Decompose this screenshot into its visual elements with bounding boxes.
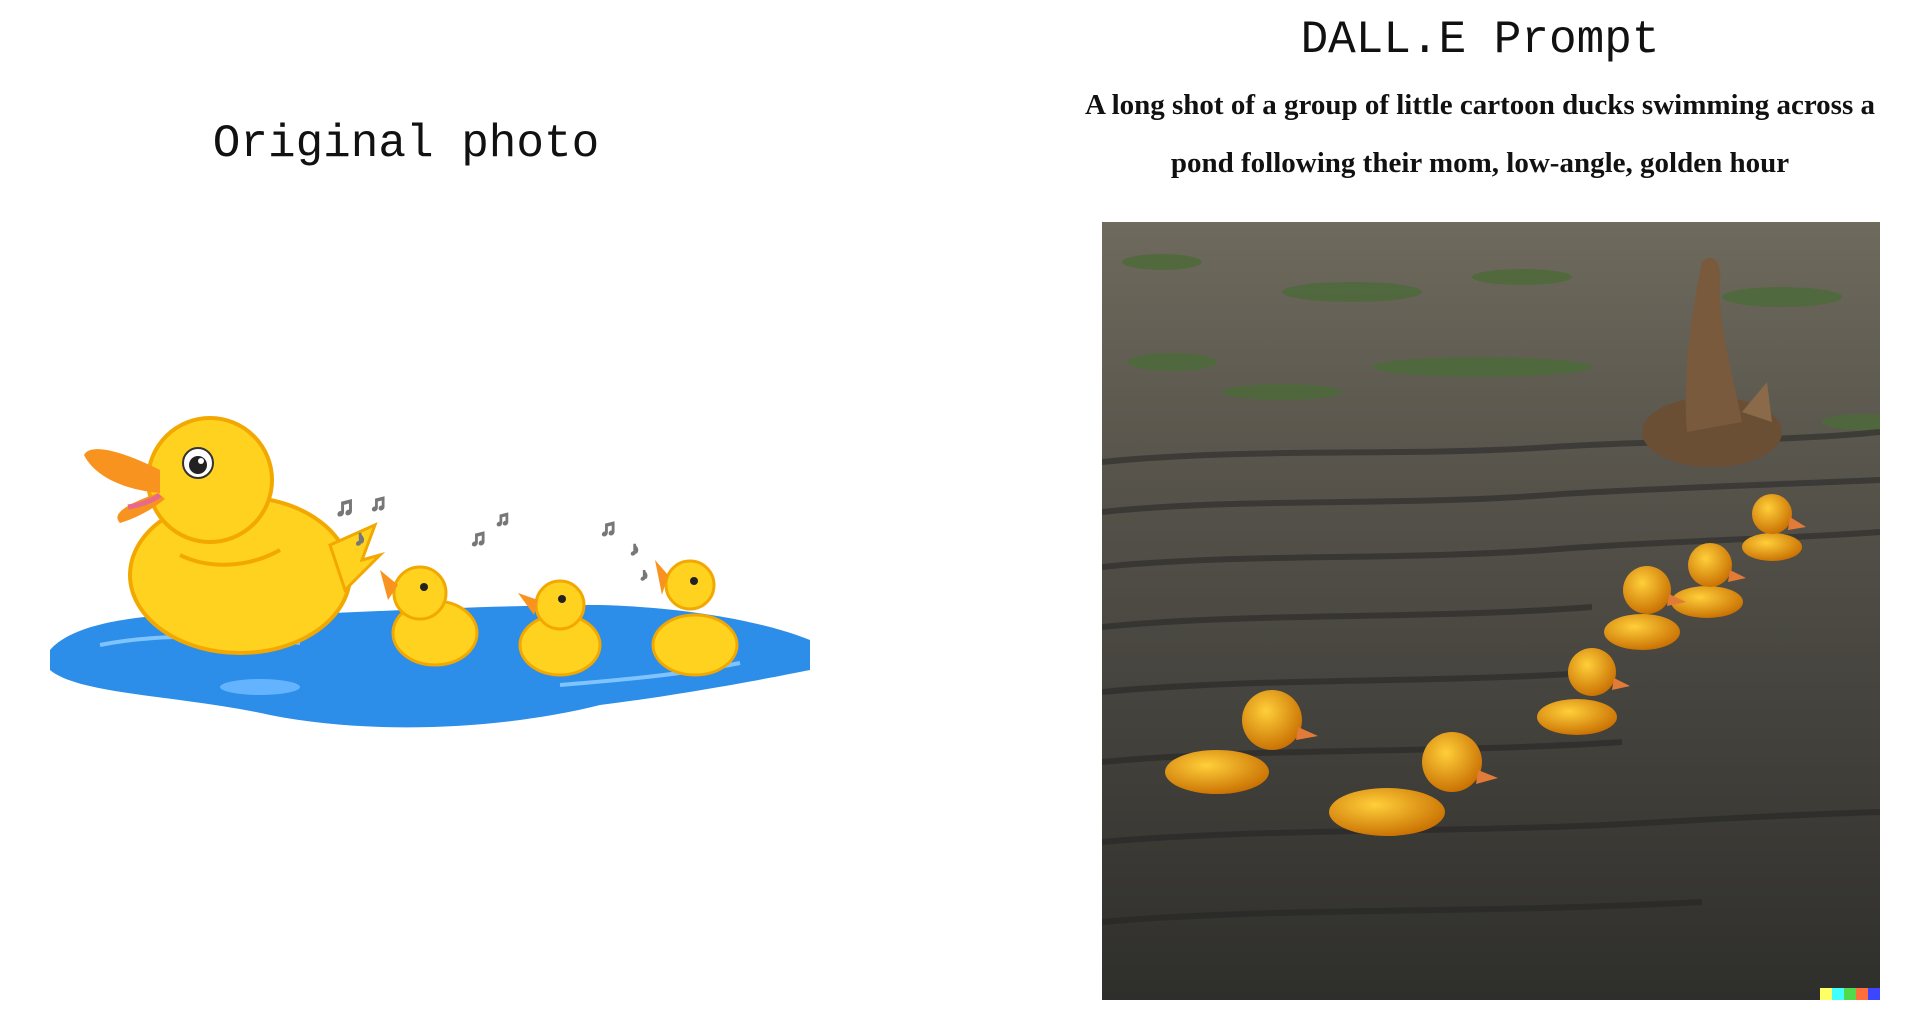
dalle-signature-bar — [1820, 988, 1880, 1000]
svg-text:♪: ♪ — [355, 528, 365, 550]
prompt-text: A long shot of a group of little cartoon… — [1084, 89, 1876, 179]
svg-text:♫: ♫ — [470, 525, 487, 550]
svg-text:♪: ♪ — [630, 539, 639, 559]
original-photo-title: Original photo — [212, 118, 600, 170]
duckling-2 — [518, 579, 602, 677]
cartoon-ducks-illustration: ♫ ♫ ♪ ♫ ♫ ♫ ♪ ♪ — [50, 416, 810, 728]
svg-text:♪: ♪ — [640, 567, 648, 584]
svg-text:♫: ♫ — [370, 490, 387, 515]
svg-text:♫: ♫ — [335, 492, 355, 521]
music-notes: ♫ ♫ ♪ ♫ ♫ ♫ ♪ ♪ — [334, 489, 649, 585]
dalle-generated-photo — [1102, 222, 1880, 1000]
svg-text:♫: ♫ — [600, 515, 617, 540]
svg-text:♫: ♫ — [495, 508, 510, 530]
dalle-prompt-title: DALL.E Prompt — [1300, 14, 1660, 66]
